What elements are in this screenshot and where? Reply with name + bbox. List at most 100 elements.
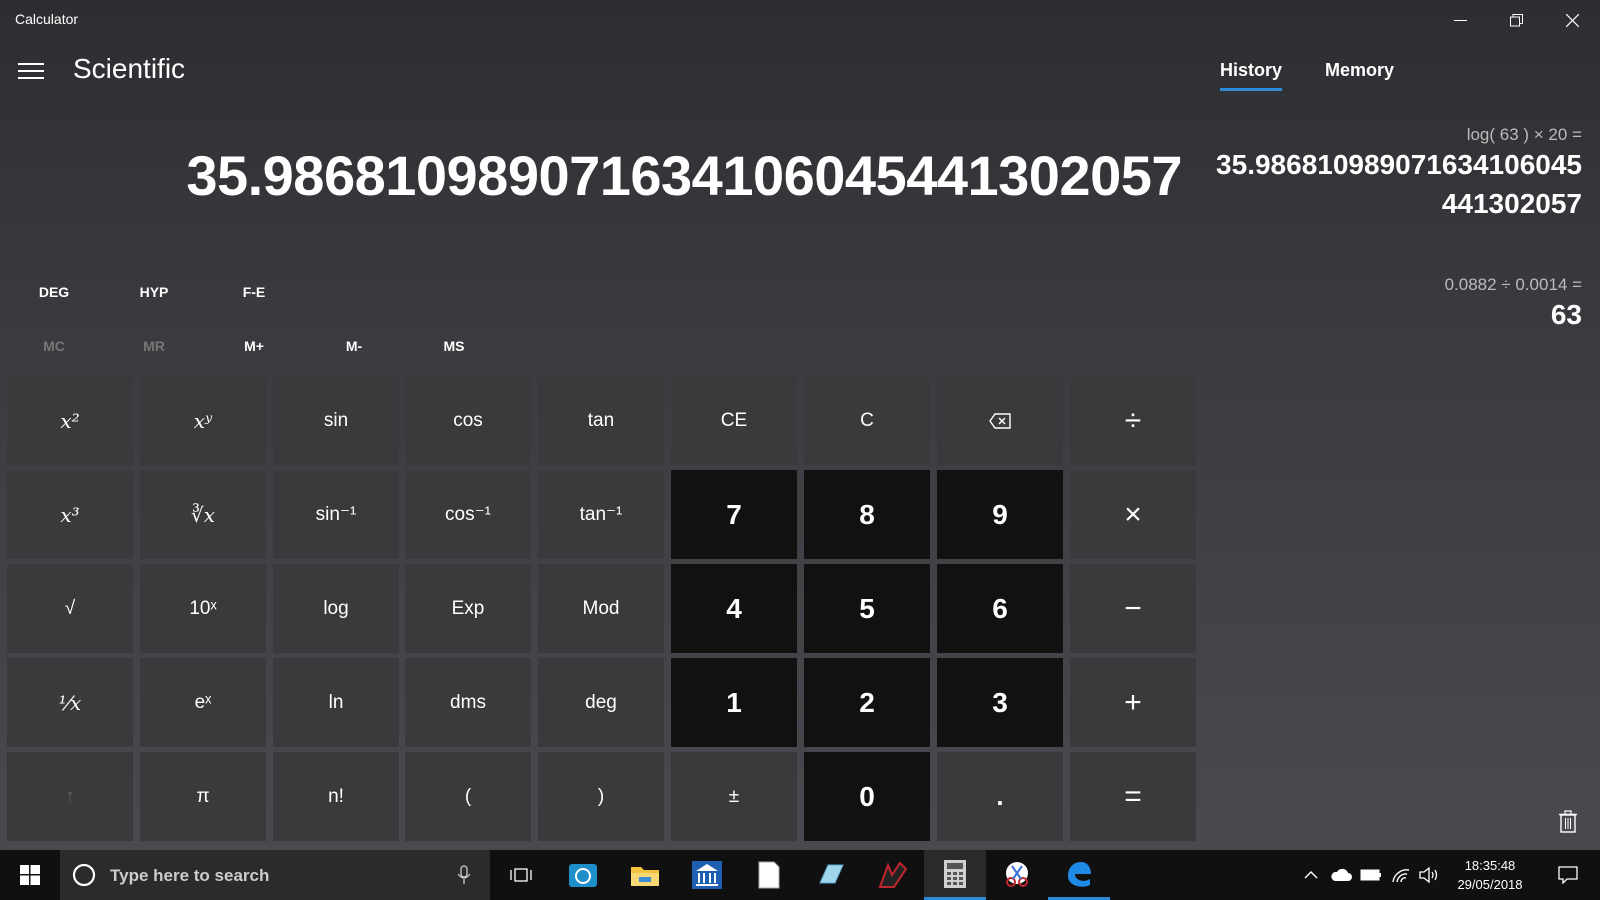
start-button[interactable] — [0, 850, 60, 900]
hamburger-icon — [18, 63, 44, 79]
scissors-icon — [1006, 862, 1028, 887]
task-view-icon — [510, 868, 532, 882]
taskbar-file-explorer[interactable] — [614, 850, 676, 900]
tan-button[interactable]: tan — [538, 376, 664, 465]
restore-button[interactable] — [1488, 0, 1544, 40]
close-button[interactable] — [1544, 0, 1600, 40]
memory-add-button[interactable]: M+ — [209, 338, 299, 354]
clock-time: 18:35:48 — [1464, 858, 1516, 873]
deg-button[interactable]: deg — [538, 658, 664, 747]
wifi-icon — [1392, 869, 1410, 883]
close-paren-button[interactable]: ) — [538, 752, 664, 841]
log-button[interactable]: log — [273, 564, 399, 653]
cos-button[interactable]: cos — [405, 376, 531, 465]
taskbar-app-store[interactable] — [552, 850, 614, 900]
backspace-icon — [989, 412, 1011, 429]
tab-history-indicator — [1220, 88, 1282, 91]
add-button[interactable]: + — [1070, 658, 1196, 747]
history-result: 35.986810989071634106045 441302057 — [1216, 145, 1582, 223]
digit-1-button[interactable]: 1 — [671, 658, 797, 747]
taskbar: Type here to search 18:35:48 29/05/2018 — [0, 850, 1600, 900]
decimal-button[interactable]: . — [937, 752, 1063, 841]
e-power-button[interactable]: eˣ — [140, 658, 266, 747]
ln-button[interactable]: ln — [273, 658, 399, 747]
window-title: Calculator — [15, 11, 79, 27]
reciprocal-button[interactable]: ¹⁄x — [7, 658, 133, 747]
bank-icon — [692, 861, 722, 889]
asin-button[interactable]: sin⁻¹ — [273, 470, 399, 559]
dms-button[interactable]: dms — [405, 658, 531, 747]
keypad: x² xʸ sin cos tan CE C ÷ x³ ∛x sin⁻¹ cos… — [7, 376, 1197, 844]
action-center-button[interactable] — [1548, 850, 1588, 900]
digit-8-button[interactable]: 8 — [804, 470, 930, 559]
negate-button[interactable]: ± — [671, 752, 797, 841]
tab-memory[interactable]: Memory — [1325, 60, 1394, 81]
multiply-button[interactable]: × — [1070, 470, 1196, 559]
factorial-button[interactable]: n! — [273, 752, 399, 841]
memory-store-button[interactable]: MS — [409, 338, 499, 354]
power-button[interactable]: xʸ — [140, 376, 266, 465]
digit-3-button[interactable]: 3 — [937, 658, 1063, 747]
task-view-button[interactable] — [490, 850, 552, 900]
search-box[interactable]: Type here to search — [60, 850, 490, 900]
onedrive-button[interactable] — [1326, 850, 1356, 900]
digit-5-button[interactable]: 5 — [804, 564, 930, 653]
taskbar-app-red[interactable] — [862, 850, 924, 900]
speaker-icon — [1419, 867, 1438, 883]
history-result-line: 441302057 — [1441, 188, 1582, 219]
angle-mode-button[interactable]: DEG — [9, 284, 99, 300]
taskbar-calculator[interactable] — [924, 850, 986, 900]
sin-button[interactable]: sin — [273, 376, 399, 465]
digit-0-button[interactable]: 0 — [804, 752, 930, 841]
digit-9-button[interactable]: 9 — [937, 470, 1063, 559]
history-item[interactable]: log( 63 ) × 20 = 35.98681098907163410604… — [1216, 125, 1582, 223]
clear-button[interactable]: C — [804, 376, 930, 465]
taskbar-edge[interactable] — [1048, 850, 1110, 900]
tab-history[interactable]: History — [1220, 60, 1282, 81]
history-item[interactable]: 0.0882 ÷ 0.0014 = 63 — [1445, 275, 1582, 334]
digit-6-button[interactable]: 6 — [937, 564, 1063, 653]
network-button[interactable] — [1386, 850, 1416, 900]
show-hidden-icons-button[interactable] — [1296, 850, 1326, 900]
square-button[interactable]: x² — [7, 376, 133, 465]
pi-button[interactable]: π — [140, 752, 266, 841]
battery-icon — [1360, 869, 1381, 881]
clear-entry-button[interactable]: CE — [671, 376, 797, 465]
taskbar-notepad[interactable] — [738, 850, 800, 900]
atan-button[interactable]: tan⁻¹ — [538, 470, 664, 559]
digit-2-button[interactable]: 2 — [804, 658, 930, 747]
divide-button[interactable]: ÷ — [1070, 376, 1196, 465]
equals-button[interactable]: = — [1070, 752, 1196, 841]
clock-date: 29/05/2018 — [1457, 877, 1523, 892]
subtract-button[interactable]: − — [1070, 564, 1196, 653]
battery-button[interactable] — [1356, 850, 1386, 900]
acos-button[interactable]: cos⁻¹ — [405, 470, 531, 559]
digit-4-button[interactable]: 4 — [671, 564, 797, 653]
exp-button[interactable]: Exp — [405, 564, 531, 653]
ten-power-button[interactable]: 10ˣ — [140, 564, 266, 653]
root-button[interactable]: ∛x — [140, 470, 266, 559]
system-clock[interactable]: 18:35:48 29/05/2018 — [1440, 856, 1540, 894]
windows-logo-icon — [20, 865, 40, 885]
menu-button[interactable] — [17, 58, 45, 84]
open-paren-button[interactable]: ( — [405, 752, 531, 841]
history-result: 63 — [1550, 299, 1582, 330]
taskbar-snipping-tool[interactable] — [986, 850, 1048, 900]
ribbon-app-icon — [878, 861, 908, 888]
fe-button[interactable]: F-E — [209, 284, 299, 300]
memory-clear-button[interactable]: MC — [9, 338, 99, 354]
shift-button[interactable]: ↑ — [7, 752, 133, 841]
digit-7-button[interactable]: 7 — [671, 470, 797, 559]
memory-recall-button[interactable]: MR — [109, 338, 199, 354]
sqrt-button[interactable]: √ — [7, 564, 133, 653]
cube-button[interactable]: x³ — [7, 470, 133, 559]
hyp-button[interactable]: HYP — [109, 284, 199, 300]
clear-history-button[interactable] — [1558, 810, 1578, 838]
eraser-icon — [819, 864, 844, 884]
taskbar-editor[interactable] — [800, 850, 862, 900]
mod-button[interactable]: Mod — [538, 564, 664, 653]
taskbar-bank-app[interactable] — [676, 850, 738, 900]
minimize-button[interactable] — [1432, 0, 1488, 40]
backspace-button[interactable] — [937, 376, 1063, 465]
memory-subtract-button[interactable]: M- — [309, 338, 399, 354]
